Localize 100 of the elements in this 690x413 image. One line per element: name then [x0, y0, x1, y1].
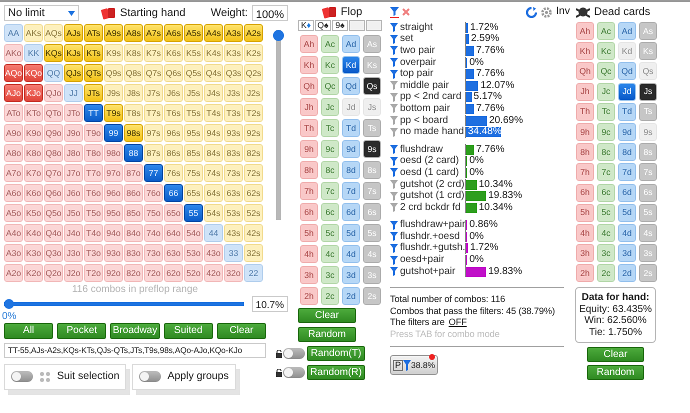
toggle-switch[interactable]: [283, 348, 305, 359]
hand-cell[interactable]: K7o: [24, 164, 43, 182]
card-button[interactable]: Kh: [576, 42, 594, 60]
hand-cell[interactable]: A7o: [4, 164, 23, 182]
hand-cell[interactable]: 42s: [244, 224, 263, 242]
hand-cell[interactable]: QTs: [84, 64, 103, 82]
hand-cell[interactable]: 52s: [244, 204, 263, 222]
card-button[interactable]: 3d: [342, 266, 360, 284]
card-button[interactable]: 7d: [342, 182, 360, 200]
card-button[interactable]: 9c: [321, 140, 339, 158]
card-button[interactable]: 8h: [576, 143, 594, 162]
filter-icon[interactable]: [390, 220, 398, 230]
hand-cell[interactable]: 72s: [244, 164, 263, 182]
hand-cell[interactable]: Q2o: [44, 264, 63, 282]
hand-cell[interactable]: 99: [104, 124, 123, 142]
hand-cell[interactable]: QJo: [44, 84, 63, 102]
filter-icon[interactable]: [390, 168, 398, 178]
filter-icon[interactable]: [390, 203, 398, 212]
hand-cell[interactable]: J5s: [184, 84, 203, 102]
hand-cell[interactable]: AQo: [4, 64, 23, 82]
hand-cell[interactable]: ATo: [4, 104, 23, 122]
hand-cell[interactable]: 43s: [224, 224, 243, 242]
hand-cell[interactable]: 22: [244, 264, 263, 282]
toggle-switch[interactable]: [283, 367, 305, 378]
range-button[interactable]: Pocket: [57, 323, 106, 339]
hand-cell[interactable]: A9s: [104, 24, 123, 42]
hand-cell[interactable]: J8o: [64, 144, 83, 162]
hand-cell[interactable]: 63o: [164, 244, 183, 262]
range-button[interactable]: Clear: [216, 323, 266, 339]
hand-cell[interactable]: J6o: [64, 184, 83, 202]
hand-cell[interactable]: K8o: [24, 144, 43, 162]
card-button[interactable]: Ah: [576, 22, 594, 40]
card-button[interactable]: 4h: [300, 245, 318, 263]
hand-cell[interactable]: 42o: [204, 264, 223, 282]
range-field[interactable]: TT-55,AJs-A2s,KQs-KTs,QJs-QTs,JTs,T9s,98s,AQo-AJo,KQo-KJo: [4, 343, 266, 358]
hand-cell[interactable]: J9o: [64, 124, 83, 142]
hand-cell[interactable]: KK: [24, 44, 43, 62]
hand-cell[interactable]: A2s: [244, 24, 263, 42]
hand-cell[interactable]: KTo: [24, 104, 43, 122]
hand-cell[interactable]: A4o: [4, 224, 23, 242]
card-button[interactable]: 3h: [300, 266, 318, 284]
hand-cell[interactable]: Q6o: [44, 184, 63, 202]
card-button[interactable]: 5d: [618, 204, 636, 222]
hand-cell[interactable]: 93o: [104, 244, 123, 262]
gear-icon[interactable]: [540, 6, 552, 18]
card-button[interactable]: 5d: [342, 224, 360, 242]
hand-cell[interactable]: T3s: [224, 104, 243, 122]
range-button[interactable]: Broadway: [110, 323, 160, 339]
hand-cell[interactable]: J2s: [244, 84, 263, 102]
hand-cell[interactable]: K3o: [24, 244, 43, 262]
card-button[interactable]: Kd: [342, 56, 360, 74]
hand-cell[interactable]: J6s: [164, 84, 183, 102]
hand-cell[interactable]: 32o: [224, 264, 243, 282]
hand-cell[interactable]: 85o: [124, 204, 143, 222]
card-button[interactable]: 4c: [321, 245, 339, 263]
card-button[interactable]: Jc: [597, 82, 615, 101]
card-button[interactable]: 6h: [576, 184, 594, 202]
hand-cell[interactable]: J4s: [204, 84, 223, 102]
hand-cell[interactable]: J7s: [144, 84, 163, 102]
hand-cell[interactable]: K9o: [24, 124, 43, 142]
hand-cell[interactable]: KTs: [84, 44, 103, 62]
card-button[interactable]: 7c: [597, 163, 615, 182]
hand-cell[interactable]: 97s: [144, 124, 163, 142]
hand-cell[interactable]: T8s: [124, 104, 143, 122]
card-button[interactable]: Ad: [342, 35, 360, 53]
hand-cell[interactable]: 65s: [184, 184, 203, 202]
hand-cell[interactable]: Q8o: [44, 144, 63, 162]
card-button[interactable]: 3c: [597, 244, 615, 262]
hand-cell[interactable]: JTo: [64, 104, 83, 122]
hand-cell[interactable]: 74s: [204, 164, 223, 182]
hand-cell[interactable]: 87o: [124, 164, 143, 182]
hand-cell[interactable]: 98o: [104, 144, 123, 162]
hand-cell[interactable]: 86s: [164, 144, 183, 162]
card-button[interactable]: 2c: [321, 287, 339, 305]
hand-cell[interactable]: 64s: [204, 184, 223, 202]
hand-cell[interactable]: 82s: [244, 144, 263, 162]
hand-cell[interactable]: 64o: [164, 224, 183, 242]
hand-cell[interactable]: 74o: [144, 224, 163, 242]
card-button[interactable]: Jh: [300, 98, 318, 116]
hand-cell[interactable]: 73s: [224, 164, 243, 182]
card-slot[interactable]: K♦: [298, 20, 314, 31]
hand-cell[interactable]: 65o: [164, 204, 183, 222]
card-button[interactable]: 6c: [321, 203, 339, 221]
card-button[interactable]: Kc: [597, 42, 615, 60]
hand-cell[interactable]: Q2s: [244, 64, 263, 82]
card-button[interactable]: Js: [639, 82, 657, 101]
card-button[interactable]: 5h: [300, 224, 318, 242]
filter-icon[interactable]: [390, 192, 398, 201]
hand-cell[interactable]: KJs: [64, 44, 83, 62]
hand-cell[interactable]: AKs: [24, 24, 43, 42]
card-button[interactable]: 4d: [618, 224, 636, 242]
hand-cell[interactable]: T5s: [184, 104, 203, 122]
card-button[interactable]: Tc: [321, 119, 339, 137]
filter-icon[interactable]: [390, 256, 398, 265]
card-button[interactable]: Qd: [618, 62, 636, 80]
card-button[interactable]: 9c: [597, 122, 615, 141]
hand-cell[interactable]: K6s: [164, 44, 183, 62]
card-button[interactable]: Ac: [597, 22, 615, 40]
hand-cell[interactable]: 97o: [104, 164, 123, 182]
hand-cell[interactable]: A5s: [184, 24, 203, 42]
